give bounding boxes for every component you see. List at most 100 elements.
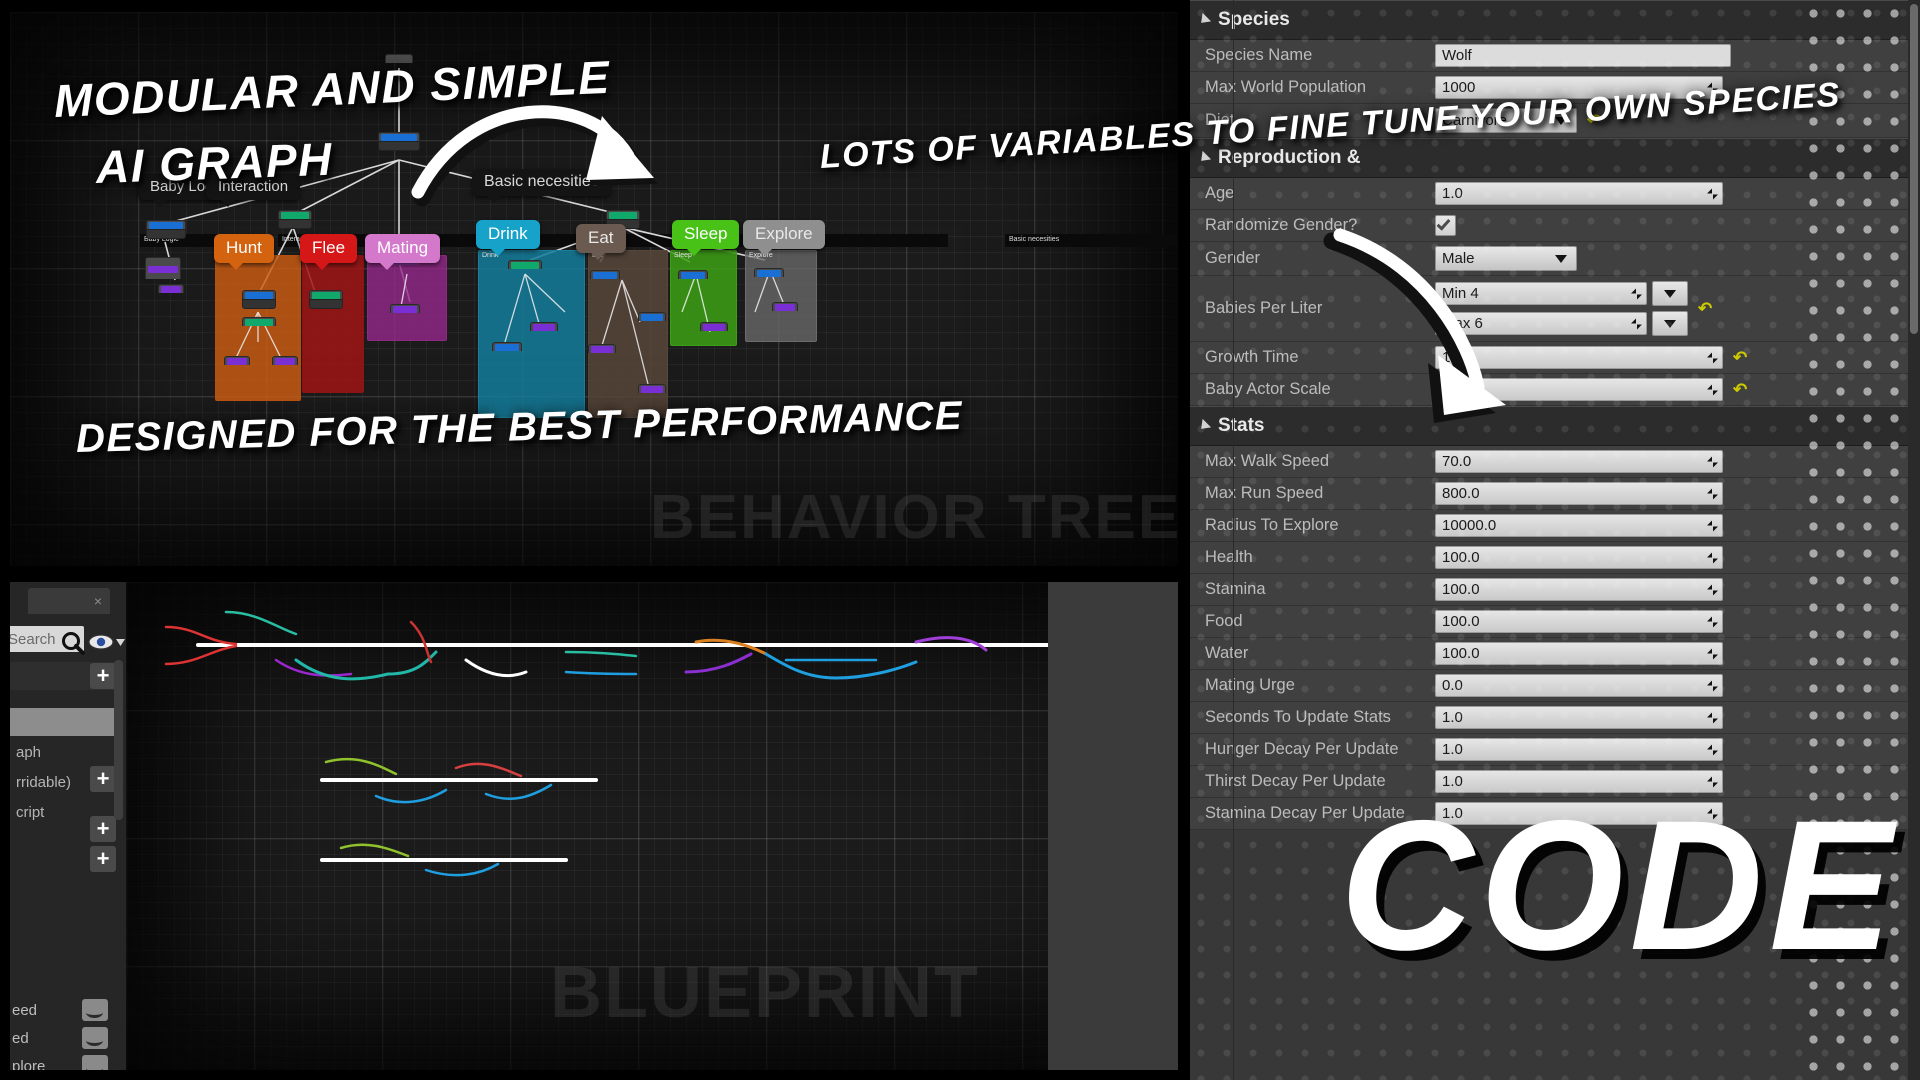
add-button-3[interactable]: + bbox=[90, 846, 116, 872]
comment-region-flee[interactable]: Flee bbox=[302, 255, 364, 393]
add-button-1[interactable]: + bbox=[90, 766, 116, 792]
property-value-control[interactable]: 70.0 bbox=[1431, 450, 1920, 473]
callout-hunt[interactable]: Hunt bbox=[214, 234, 274, 270]
bt-mini-node[interactable] bbox=[390, 304, 420, 313]
spinner-icon[interactable] bbox=[1707, 648, 1718, 659]
function-icon-1[interactable] bbox=[82, 1027, 108, 1049]
number-field[interactable]: 10000.0 bbox=[1435, 514, 1723, 537]
callout-explore[interactable]: Explore bbox=[743, 220, 825, 256]
property-row[interactable]: Health 100.0 bbox=[1188, 542, 1920, 574]
max-dropdown-button[interactable] bbox=[1652, 311, 1688, 336]
bt-mini-node[interactable] bbox=[272, 356, 298, 365]
add-button-0[interactable]: + bbox=[90, 663, 116, 689]
function-row-0[interactable]: eed bbox=[12, 1002, 37, 1019]
min-field[interactable]: Min 4 bbox=[1435, 282, 1647, 305]
property-value-control[interactable]: 100.0 bbox=[1431, 578, 1920, 601]
property-row[interactable]: Seconds To Update Stats 1.0 bbox=[1188, 702, 1920, 734]
function-row-1[interactable]: ed bbox=[12, 1030, 29, 1047]
property-row[interactable]: Baby Actor Scale 0.5 ↶ bbox=[1188, 374, 1920, 406]
property-value-control[interactable]: 100.0 bbox=[1431, 610, 1920, 633]
property-row[interactable]: Max Run Speed 800.0 bbox=[1188, 478, 1920, 510]
property-row[interactable]: Diet Carnivore ↶ bbox=[1188, 104, 1920, 138]
spinner-icon[interactable] bbox=[1707, 712, 1718, 723]
property-value-control[interactable]: Carnivore ↶ bbox=[1431, 108, 1920, 133]
blueprint-canvas[interactable] bbox=[126, 582, 1178, 1070]
bt-mini-node[interactable] bbox=[700, 322, 728, 331]
property-row[interactable]: Thirst Decay Per Update 1.0 bbox=[1188, 766, 1920, 798]
bt-mini-node[interactable] bbox=[638, 312, 666, 321]
spinner-icon[interactable] bbox=[1707, 744, 1718, 755]
bt-mini-node[interactable] bbox=[242, 317, 276, 326]
property-value-control[interactable]: 100.0 bbox=[1431, 642, 1920, 665]
bt-node-baby-leaf[interactable] bbox=[158, 284, 184, 293]
bt-mini-node[interactable] bbox=[242, 290, 276, 309]
collapse-triangle-icon[interactable] bbox=[1196, 12, 1212, 28]
reset-icon[interactable]: ↶ bbox=[1733, 381, 1747, 398]
spinner-icon[interactable] bbox=[1707, 616, 1718, 627]
property-row[interactable]: Randomize Gender? bbox=[1188, 210, 1920, 242]
callout-drink[interactable]: Drink bbox=[476, 220, 540, 256]
spinner-icon[interactable] bbox=[1707, 384, 1718, 395]
function-icon-0[interactable] bbox=[82, 999, 108, 1021]
text-field[interactable]: Wolf bbox=[1435, 44, 1731, 67]
details-panel[interactable]: Species Species Name Wolf Max World Populat… bbox=[1188, 0, 1920, 1080]
spinner-icon[interactable] bbox=[1707, 488, 1718, 499]
collapse-triangle-icon[interactable] bbox=[1196, 150, 1212, 166]
number-field[interactable]: 1.0 bbox=[1435, 182, 1723, 205]
property-value-control[interactable]: 1000 bbox=[1431, 76, 1920, 99]
spinner-icon[interactable] bbox=[1707, 188, 1718, 199]
number-field[interactable]: 10.0 bbox=[1435, 346, 1723, 369]
section-header-1[interactable]: Reproduction & bbox=[1188, 138, 1920, 178]
property-row[interactable]: Babies Per Liter Min 4 Max 6 ↶ bbox=[1188, 276, 1920, 342]
details-scrollbar-thumb[interactable] bbox=[1910, 4, 1918, 334]
close-icon[interactable]: × bbox=[94, 593, 102, 609]
bt-node-baby[interactable] bbox=[146, 220, 186, 239]
property-value-control[interactable]: 0.5 ↶ bbox=[1431, 378, 1920, 401]
number-field[interactable]: 70.0 bbox=[1435, 450, 1723, 473]
behavior-tree-panel[interactable]: BEHAVIOR TREE Baby Logic Interaction Bas… bbox=[6, 8, 1182, 572]
bt-mini-node[interactable] bbox=[224, 356, 250, 365]
sidebar-row-2[interactable]: aph bbox=[10, 738, 122, 766]
property-row[interactable]: Max Walk Speed 70.0 bbox=[1188, 446, 1920, 478]
min-dropdown-button[interactable] bbox=[1652, 281, 1688, 306]
callout-interaction[interactable]: Interaction bbox=[206, 174, 301, 207]
comment-region-explore[interactable]: Explore bbox=[745, 250, 817, 342]
sidebar-tab[interactable]: × bbox=[28, 588, 110, 614]
details-scrollbar[interactable] bbox=[1908, 0, 1920, 1080]
property-row[interactable]: Stamina 100.0 bbox=[1188, 574, 1920, 606]
section-header-0[interactable]: Species bbox=[1188, 0, 1920, 40]
spinner-icon[interactable] bbox=[1707, 82, 1718, 93]
blueprint-sidebar[interactable]: × Search + aph rridable) + cript + + eed… bbox=[10, 582, 126, 1070]
spinner-icon[interactable] bbox=[1707, 552, 1718, 563]
details-body[interactable]: Species Species Name Wolf Max World Populat… bbox=[1188, 0, 1920, 830]
sidebar-scrollbar[interactable] bbox=[114, 660, 123, 820]
callout-sleep[interactable]: Sleep bbox=[672, 220, 740, 256]
property-row[interactable]: Stamina Decay Per Update 1.0 bbox=[1188, 798, 1920, 830]
callout-basic-necesities[interactable]: Basic necesities bbox=[472, 169, 611, 203]
spinner-icon[interactable] bbox=[1707, 680, 1718, 691]
property-value-control[interactable]: 1.0 bbox=[1431, 802, 1920, 825]
blueprint-panel[interactable]: BLUEPRINT bbox=[6, 578, 1182, 1074]
spinner-icon[interactable] bbox=[1707, 776, 1718, 787]
property-value-control[interactable]: 10.0 ↶ bbox=[1431, 346, 1920, 369]
number-field[interactable]: 100.0 bbox=[1435, 546, 1723, 569]
property-value-control[interactable] bbox=[1431, 215, 1920, 236]
bt-mini-node[interactable] bbox=[530, 322, 558, 331]
chevron-down-icon[interactable] bbox=[1555, 116, 1567, 125]
reset-icon[interactable]: ↶ bbox=[1587, 112, 1601, 129]
reset-icon[interactable]: ↶ bbox=[1733, 349, 1747, 366]
property-value-control[interactable]: Min 4 Max 6 ↶ bbox=[1431, 281, 1920, 336]
spinner-icon[interactable] bbox=[1707, 520, 1718, 531]
max-field[interactable]: Max 6 bbox=[1435, 312, 1647, 335]
bt-mini-node[interactable] bbox=[492, 342, 522, 351]
property-row[interactable]: Food 100.0 bbox=[1188, 606, 1920, 638]
bt-selector-node[interactable] bbox=[378, 132, 420, 151]
property-value-control[interactable]: 1.0 bbox=[1431, 706, 1920, 729]
spinner-icon[interactable] bbox=[1631, 318, 1642, 329]
bt-mini-node[interactable] bbox=[508, 260, 542, 269]
bt-mini-node[interactable] bbox=[754, 268, 784, 277]
bt-mini-node[interactable] bbox=[772, 302, 798, 311]
property-row[interactable]: Max World Population 1000 bbox=[1188, 72, 1920, 104]
search-icon[interactable] bbox=[60, 630, 86, 656]
property-row[interactable]: Age 1.0 bbox=[1188, 178, 1920, 210]
